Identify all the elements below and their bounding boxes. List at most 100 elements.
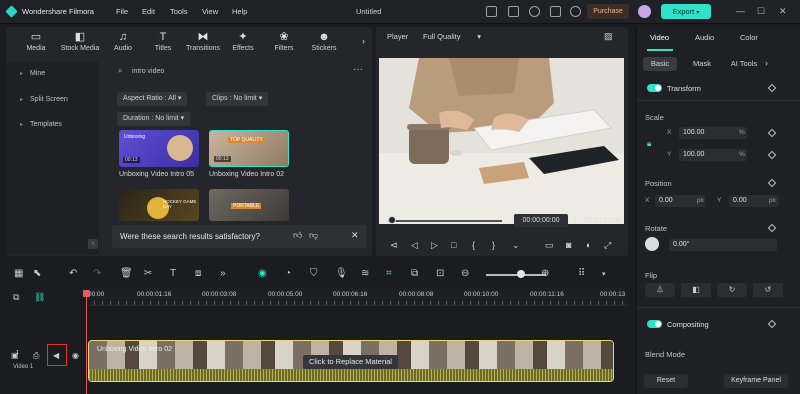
fit-icon[interactable]: ⊡ — [436, 268, 444, 279]
play-icon[interactable]: ▷ — [431, 240, 438, 251]
keyframe-diamond-icon[interactable] — [767, 178, 777, 188]
player-progress-knob[interactable] — [388, 216, 396, 224]
result-label[interactable]: Unboxing Video Intro 02 — [209, 171, 284, 178]
menu-tools[interactable]: Tools — [170, 7, 188, 16]
marker-icon[interactable]: ⛉ — [310, 268, 318, 279]
mark-out-icon[interactable]: } — [492, 240, 495, 250]
tab-stickers[interactable]: ☻ Stickers — [302, 31, 346, 52]
thumbs-up-icon[interactable]: 👍︎ — [293, 230, 302, 241]
purchase-button[interactable]: Purchase — [587, 4, 629, 19]
result-thumbnail-unboxing-05[interactable]: Unboxing 00:13 — [119, 130, 199, 167]
voiceover-icon[interactable]: ≋ — [361, 268, 369, 279]
tab-color[interactable]: Color — [740, 33, 758, 42]
subtab-ai-tools[interactable]: AI Tools — [727, 57, 761, 71]
redo-icon[interactable]: ↷ — [93, 268, 101, 279]
export-button[interactable]: Export ▾ — [661, 4, 711, 19]
more-options-icon[interactable]: ··· — [353, 64, 363, 75]
search-input[interactable]: intro video — [132, 68, 164, 75]
screen-icon[interactable] — [486, 6, 497, 17]
crop-icon[interactable]: ⧈ — [195, 268, 201, 279]
reset-button[interactable]: Reset — [644, 374, 688, 388]
tab-effects[interactable]: ✦ Effects — [221, 31, 265, 52]
thumbs-down-icon[interactable]: 👎︎ — [309, 230, 318, 241]
player-progress-bar[interactable] — [388, 220, 502, 222]
volume-icon[interactable]: ◖ — [585, 240, 590, 250]
keyframe-diamond-icon[interactable] — [767, 83, 777, 93]
chevron-right-icon[interactable]: › — [765, 58, 768, 68]
close-feedback-icon[interactable]: ✕ — [351, 230, 359, 241]
current-timecode[interactable]: 00:00:00:00 — [514, 214, 568, 227]
chevron-down-icon[interactable]: ▾ — [602, 270, 606, 278]
quality-select[interactable]: Full Quality ▾ — [423, 32, 481, 41]
fullscreen-icon[interactable]: ⤢ — [604, 240, 611, 251]
maximize-icon[interactable]: ☐ — [757, 6, 765, 17]
undo-icon[interactable]: ↶ — [69, 268, 77, 279]
flip-horizontal-button[interactable]: ⏃ — [645, 283, 675, 297]
duration-filter[interactable]: Duration : No limit ▾ — [117, 112, 191, 126]
sidebar-item-mine[interactable]: ▸ Mine — [6, 65, 99, 83]
menu-file[interactable]: File — [116, 7, 128, 16]
menu-help[interactable]: Help — [232, 7, 247, 16]
result-thumbnail-unboxing-02[interactable]: TOP QUALITY 00:13 — [209, 130, 289, 167]
microphone-icon[interactable]: 🎙︎ — [335, 268, 348, 279]
tab-audio[interactable]: ♫ Audio — [101, 31, 145, 52]
cut-icon[interactable]: ✂ — [144, 268, 152, 279]
camera-icon[interactable]: ◙ — [566, 240, 571, 250]
playhead-handle[interactable] — [83, 290, 90, 297]
lock-icon[interactable]: 🔒︎ — [647, 139, 651, 149]
menu-edit[interactable]: Edit — [142, 7, 155, 16]
help-icon[interactable] — [529, 6, 540, 17]
tab-video[interactable]: Video — [650, 33, 669, 42]
result-thumbnail-portable[interactable]: PORTABLE — [209, 189, 289, 221]
transform-toggle[interactable] — [647, 84, 662, 92]
scale-x-input[interactable]: 100.00 — [679, 127, 747, 139]
add-track-icon[interactable]: ⧉ — [13, 292, 19, 303]
delete-icon[interactable]: 🗑︎ — [120, 268, 133, 279]
subtab-basic[interactable]: Basic — [643, 57, 677, 71]
tab-stock-media[interactable]: ◧ Stock Media — [58, 31, 102, 52]
tab-media[interactable]: ▭ Media — [14, 31, 58, 52]
eye-icon[interactable]: ◉ — [72, 351, 79, 360]
grid-icon[interactable]: ⠿ — [578, 268, 585, 279]
mark-in-icon[interactable]: { — [472, 240, 475, 250]
clips-filter[interactable]: Clips : No limit ▾ — [206, 92, 269, 106]
tab-transitions[interactable]: ⧓ Transitions — [181, 31, 225, 52]
avatar[interactable] — [638, 5, 651, 18]
tab-filters[interactable]: ❀ Filters — [262, 31, 306, 52]
search-bar[interactable]: ⌕ intro video ··· — [108, 64, 368, 80]
rotate-right-button[interactable]: ↻ — [717, 283, 747, 297]
lock-track-icon[interactable]: ⎙ — [33, 351, 39, 361]
keyframe-diamond-icon[interactable] — [767, 150, 777, 160]
step-back-icon[interactable]: ⊲ — [390, 240, 398, 251]
tab-titles[interactable]: T Titles — [141, 31, 185, 52]
link-tracks-icon[interactable]: ⛓︎ — [34, 292, 45, 303]
minimize-icon[interactable]: — — [736, 6, 745, 16]
zoom-in-icon[interactable]: ⊕ — [541, 268, 549, 279]
chevron-down-icon[interactable]: ⌄ — [512, 240, 520, 251]
account-icon[interactable] — [570, 6, 581, 17]
aspect-ratio-filter[interactable]: Aspect Ratio : All ▾ — [117, 92, 188, 106]
zoom-out-icon[interactable]: ⊖ — [461, 268, 469, 279]
zoom-slider-knob[interactable] — [517, 270, 525, 278]
previous-frame-icon[interactable]: ◁ — [411, 240, 418, 251]
stop-icon[interactable]: □ — [451, 240, 456, 250]
timeline-ruler[interactable]: 00:00 00:00:01:16 00:00:03:08 00:00:05:0… — [86, 288, 628, 306]
zoom-slider[interactable] — [486, 274, 546, 276]
sidebar-item-split-screen[interactable]: ▸ Split Screen — [6, 91, 99, 109]
notification-icon[interactable] — [550, 6, 561, 17]
link-icon[interactable]: ⧉ — [411, 268, 418, 279]
result-label[interactable]: Unboxing Video Intro 05 — [119, 171, 194, 178]
subtab-mask[interactable]: Mask — [687, 57, 717, 71]
speed-icon[interactable]: ◔ — [285, 268, 291, 279]
sidebar-item-templates[interactable]: ▸ Templates — [6, 116, 99, 134]
keyframe-diamond-icon[interactable] — [767, 223, 777, 233]
chevron-right-icon[interactable]: › — [362, 36, 365, 46]
rotate-dial[interactable] — [645, 237, 659, 251]
flip-vertical-button[interactable]: ◧ — [681, 283, 711, 297]
keyframe-diamond-icon[interactable] — [767, 319, 777, 329]
keyframe-diamond-icon[interactable] — [767, 128, 777, 138]
snapshot-icon[interactable]: ▨ — [604, 31, 613, 42]
menu-view[interactable]: View — [202, 7, 218, 16]
scale-y-input[interactable]: 100.00 — [679, 149, 747, 161]
collapse-sidebar-button[interactable]: ‹ — [88, 239, 98, 249]
